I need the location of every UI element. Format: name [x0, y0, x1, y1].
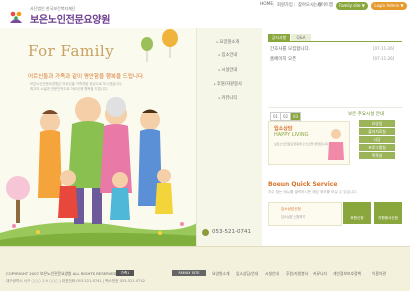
family-site-select[interactable]: FAMILY SITE	[172, 270, 206, 276]
quick-donation-button[interactable]: 후원신청	[343, 202, 371, 224]
facility-button[interactable]: 요양실	[359, 120, 395, 127]
main-menu	[196, 28, 263, 246]
footer-link[interactable]: 후원/자원봉사	[286, 271, 308, 277]
quick-consult-card[interactable]: 입소상담신청 입소상담 신청하기	[268, 202, 342, 226]
nav-join[interactable]: 회원가입	[277, 2, 293, 8]
hero-banner: For Family 어르신들과 가족과 같이 평안함을 행복을 드립니다. 보…	[0, 28, 200, 246]
facility-button[interactable]: 목욕실	[359, 152, 395, 159]
menu-item-support[interactable]: ▸ 후원/자원봉사	[204, 82, 252, 88]
hero-subtitle: 어르신들과 가족과 같이 평안함을 행복을 드립니다.	[28, 74, 145, 80]
facility-guide-title: 보은 주요시설 안내	[348, 112, 384, 117]
notice-date: [07-11-26]	[373, 56, 395, 61]
footer-link[interactable]: 입소상담/안내	[236, 271, 258, 277]
nav-separator: |	[312, 2, 314, 7]
family-button[interactable]: 가족1	[116, 270, 134, 276]
footer-link[interactable]: 이용약관	[372, 271, 386, 277]
login-pill[interactable]: Login Admin ▼	[371, 2, 407, 10]
tab-divider	[268, 41, 402, 42]
consult-description: 보은노인전문요양원에 오신것을 환영합니다.	[274, 142, 330, 146]
header: 사단법인 한국보건복지재단 보은노인전문요양원 HOME | 회원가입 | 찾아…	[0, 0, 410, 28]
quick-consult-label: 입소상담신청	[281, 207, 301, 211]
consult-illustration	[328, 129, 344, 160]
site-logo[interactable]: 보은노인전문요양원	[30, 11, 110, 26]
consult-slogan: HAPPY LIVING	[274, 132, 309, 138]
phone-number: 053-521-0741	[212, 229, 251, 235]
copyright: COPYRIGHT 2007 보은노인전문요양원 ALL RIGHTS RESE…	[6, 271, 118, 276]
menu-item-about[interactable]: ▸ 요양원소개	[204, 40, 252, 46]
logo-icon	[10, 11, 22, 23]
footer-link[interactable]: 개인정보보호정책	[333, 271, 361, 277]
menu-item-facilities[interactable]: ▸ 시설안내	[204, 68, 252, 74]
phone-icon	[202, 229, 209, 236]
footer-link[interactable]: 시설안내	[265, 271, 279, 277]
tab-qna[interactable]: Q&A	[291, 34, 311, 41]
facility-button[interactable]: 식당	[359, 136, 395, 143]
nav-sitemap[interactable]: 사이트맵	[317, 2, 333, 8]
tab-notice[interactable]: 공지사항	[268, 34, 290, 41]
family-site-pill[interactable]: Family site ▼	[336, 2, 368, 10]
quick-volunteer-button[interactable]: 자원봉사신청	[374, 202, 402, 224]
nav-home[interactable]: HOME	[260, 2, 273, 7]
footer-link[interactable]: 요양원소개	[212, 271, 229, 277]
consult-label: 입소상담	[274, 126, 293, 132]
section-divider	[268, 107, 402, 108]
quick-service-subtitle: 자주 찾는 메뉴를 클릭하시면 해당 정보를 보실 수 있습니다.	[268, 190, 358, 194]
menu-item-community[interactable]: ▸ 커뮤니티	[204, 96, 252, 102]
facility-button[interactable]: 프로그램실	[359, 144, 395, 151]
menu-item-admission[interactable]: ▸ 입소안내	[204, 53, 252, 59]
nav-separator: |	[273, 2, 275, 7]
pager-3[interactable]: 03	[290, 112, 301, 121]
family-illustration	[0, 29, 200, 246]
address: 대구광역시 서구 ○○○ 1-9 ○○○ | 대표전화 053-521-0741…	[6, 279, 146, 283]
notice-date: [07-11-26]	[373, 46, 395, 51]
facility-button[interactable]: 물리치료실	[359, 128, 395, 135]
hero-description: 최고의 시설과 전문인력으로 어르신께 행복을 드립니다.	[30, 87, 109, 91]
nav-separator: |	[294, 2, 296, 7]
quick-service-title: Boeun Quick Service	[268, 181, 338, 188]
footer	[0, 246, 410, 291]
footer-link[interactable]: 커뮤니티	[313, 271, 327, 277]
hero-title: For Family	[28, 42, 115, 60]
quick-consult-desc: 입소상담 신청하기	[281, 215, 306, 219]
